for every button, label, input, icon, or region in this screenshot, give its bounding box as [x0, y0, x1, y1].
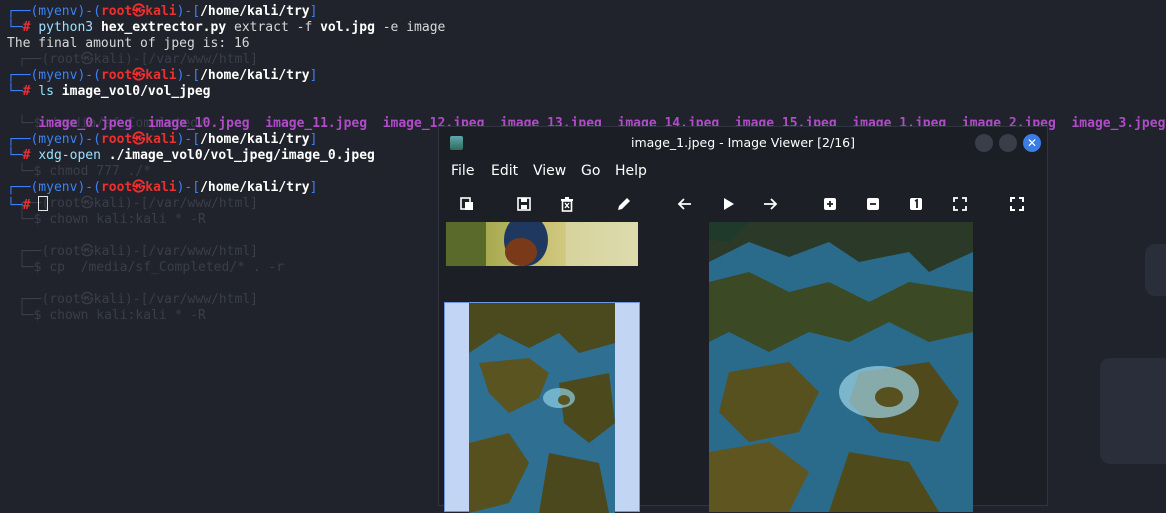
- toolbar: [439, 187, 1047, 221]
- previous-button[interactable]: [676, 195, 694, 213]
- ghost-line: └─$ cp /media/sf_Completed/* . -r: [18, 260, 285, 275]
- trash-icon: [561, 197, 573, 212]
- window-title: image_1.jpeg - Image Viewer [2/16]: [630, 135, 855, 150]
- terminal-cursor: [38, 196, 49, 211]
- command-line: └─# xdg-open ./image_vol0/vol_jpeg/image…: [7, 148, 375, 163]
- prompt-line: ┌──(myenv)-(root㉿kali)-[/home/kali/try]: [7, 132, 318, 147]
- menu-go[interactable]: Go: [581, 163, 600, 179]
- delete-button[interactable]: [558, 195, 576, 213]
- play-icon: [724, 198, 734, 210]
- background-icon-tile: [1145, 244, 1166, 296]
- save-icon: [517, 197, 531, 211]
- zoom-out-icon: [867, 198, 879, 210]
- menu-help[interactable]: Help: [615, 163, 647, 179]
- menu-file[interactable]: File: [451, 163, 474, 179]
- prompt-line: ┌──(myenv)-(root㉿kali)-[/home/kali/try]: [7, 4, 318, 19]
- title-bar[interactable]: image_1.jpeg - Image Viewer [2/16] ✕: [439, 127, 1047, 159]
- ghost-line: ┌──(root㉿kali)-[/var/www/html]: [18, 292, 258, 307]
- pencil-icon: [618, 198, 630, 210]
- next-button[interactable]: [761, 195, 779, 213]
- zoom-one-icon: [910, 198, 922, 210]
- zoom-normal-button[interactable]: [907, 195, 925, 213]
- ghost-line: ┌──(root㉿kali)-[/var/www/html]: [18, 52, 258, 67]
- ghost-line: ┌──(root㉿kali)-[/var/www/html]: [18, 196, 258, 211]
- prompt-line: ┌──(myenv)-(root㉿kali)-[/home/kali/try]: [7, 180, 318, 195]
- arrow-left-icon: [677, 198, 691, 210]
- ghost-line: └─$ chmod 777 ./*: [18, 164, 152, 179]
- thumbnail-image-0[interactable]: [446, 222, 638, 266]
- file-entry: image_3.jpeg: [1071, 116, 1166, 131]
- file-entry: image_11.jpeg: [265, 116, 368, 131]
- prompt-line: ┌──(myenv)-(root㉿kali)-[/home/kali/try]: [7, 68, 318, 83]
- menu-bar: File Edit View Go Help: [439, 159, 1047, 185]
- fullscreen-icon: [1010, 197, 1024, 211]
- close-button[interactable]: ✕: [1023, 134, 1041, 152]
- slideshow-button[interactable]: [719, 195, 737, 213]
- command-line: └─# python3 hex_extrector.py extract -f …: [7, 20, 446, 35]
- open-file-icon: [460, 197, 473, 210]
- command-output: The final amount of jpeg is: 16: [7, 36, 250, 51]
- zoom-out-button[interactable]: [864, 195, 882, 213]
- main-image-display[interactable]: [709, 222, 973, 512]
- ghost-line: ┌──(root㉿kali)-[/var/www/html]: [18, 244, 258, 259]
- menu-edit[interactable]: Edit: [491, 163, 518, 179]
- ghost-line: └─$ chown kali:kali * -R: [18, 308, 206, 323]
- open-file-button[interactable]: [458, 195, 476, 213]
- image-viewer-window[interactable]: image_1.jpeg - Image Viewer [2/16] ✕ Fil…: [438, 126, 1048, 513]
- close-icon: ✕: [1026, 136, 1038, 150]
- zoom-in-icon: [824, 198, 836, 210]
- arrow-right-icon: [764, 198, 778, 210]
- background-icon-tile: [1100, 358, 1166, 464]
- thumbnail-image-1-selected[interactable]: [444, 302, 640, 513]
- minimize-button[interactable]: [975, 134, 993, 152]
- fullscreen-button[interactable]: [1008, 195, 1026, 213]
- edit-button[interactable]: [615, 195, 633, 213]
- command-line[interactable]: └─#: [7, 196, 49, 214]
- ghost-line: └─$ chown kali:kali * -R: [18, 212, 206, 227]
- maximize-button[interactable]: [999, 134, 1017, 152]
- save-button[interactable]: [515, 195, 533, 213]
- file-entry: image_10.jpeg: [147, 116, 250, 131]
- zoom-in-button[interactable]: [821, 195, 839, 213]
- zoom-fit-button[interactable]: [951, 195, 969, 213]
- menu-view[interactable]: View: [533, 163, 566, 179]
- file-entry: image_0.jpeg: [38, 116, 133, 131]
- fit-icon: [953, 197, 967, 211]
- command-line: └─# ls image_vol0/vol_jpeg: [7, 84, 211, 99]
